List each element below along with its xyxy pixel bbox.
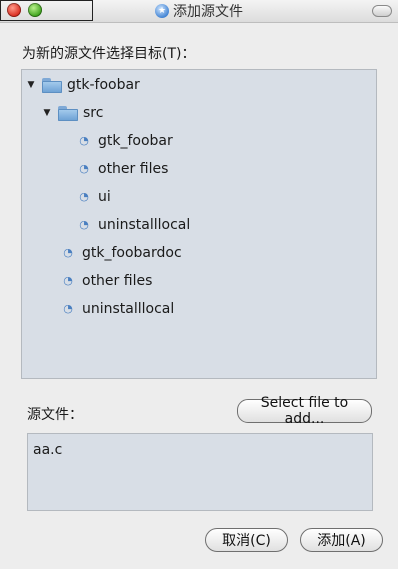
tree-item-label: uninstalllocal — [82, 301, 175, 317]
source-file-item[interactable]: aa.c — [33, 442, 367, 458]
source-file-list[interactable]: aa.c — [27, 433, 373, 511]
target-icon: ◔ — [63, 246, 73, 259]
tree-item-label: other files — [98, 161, 169, 177]
expand-triangle-icon[interactable]: ▼ — [26, 80, 36, 90]
target-icon: ◔ — [79, 162, 89, 175]
tree-item-gtk_foobar[interactable]: ◔ gtk_foobar — [79, 129, 173, 153]
select-file-button[interactable]: Select file to add... — [237, 395, 372, 427]
title-bar: ★ 添加源文件 — [0, 0, 398, 23]
window-title-group: ★ 添加源文件 — [0, 0, 398, 22]
target-icon: ◔ — [79, 190, 89, 203]
tree-item-src[interactable]: ▼ src — [42, 101, 104, 125]
tree-item-gtk-foobar[interactable]: ▼ gtk-foobar — [26, 73, 140, 97]
target-icon: ◔ — [63, 302, 73, 315]
tree-item-label: uninstalllocal — [98, 217, 191, 233]
target-icon: ◔ — [79, 134, 89, 147]
tree-item-label: src — [83, 105, 104, 121]
toolbar-toggle-button[interactable] — [372, 5, 392, 17]
tree-item-label: gtk_foobar — [98, 133, 173, 149]
tree-item-label: ui — [98, 189, 111, 205]
window-title: 添加源文件 — [173, 4, 243, 20]
tree-item-label: other files — [82, 273, 153, 289]
target-tree[interactable]: ▼ gtk-foobar ▼ src ◔ gtk_foobar ◔ other … — [21, 69, 377, 379]
target-icon: ◔ — [79, 218, 89, 231]
expand-triangle-icon[interactable]: ▼ — [42, 108, 52, 118]
tree-item-uninstalllocal[interactable]: ◔ uninstalllocal — [79, 213, 190, 237]
tree-item-other-files[interactable]: ◔ other files — [79, 157, 168, 181]
tree-item-label: gtk_foobardoc — [82, 245, 182, 261]
tree-item-uninstalllocal-root[interactable]: ◔ uninstalllocal — [63, 297, 174, 321]
source-files-label: 源文件： — [27, 407, 83, 423]
target-icon: ◔ — [63, 274, 73, 287]
tree-item-ui[interactable]: ◔ ui — [79, 185, 111, 209]
star-icon: ★ — [155, 4, 169, 18]
folder-icon — [42, 77, 62, 93]
tree-item-gtk_foobardoc[interactable]: ◔ gtk_foobardoc — [63, 241, 182, 265]
tree-item-other-files-root[interactable]: ◔ other files — [63, 269, 152, 293]
add-button[interactable]: 添加(A) — [300, 528, 383, 552]
folder-icon — [58, 105, 78, 121]
cancel-button[interactable]: 取消(C) — [205, 528, 288, 552]
tree-item-label: gtk-foobar — [67, 77, 140, 93]
target-prompt-label: 为新的源文件选择目标(T)： — [22, 46, 196, 62]
